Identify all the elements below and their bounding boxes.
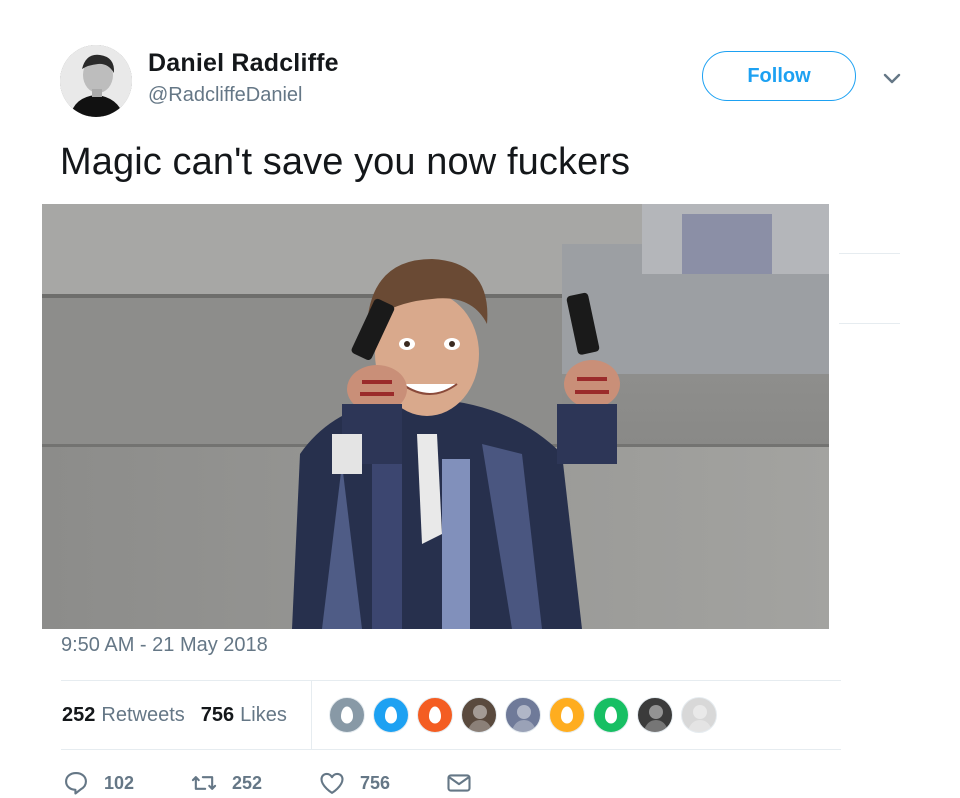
media-photo	[42, 204, 829, 629]
liker-avatar[interactable]	[329, 697, 365, 733]
retweets-count: 252	[62, 703, 96, 726]
divider	[61, 749, 841, 750]
avatar-photo	[60, 45, 132, 117]
liker-avatar[interactable]	[681, 697, 717, 733]
liker-avatars	[329, 696, 725, 734]
envelope-icon	[447, 774, 471, 792]
retweets-stat[interactable]: 252 Retweets	[62, 704, 185, 727]
likes-count: 756	[200, 703, 235, 726]
chevron-down-icon[interactable]	[880, 66, 904, 90]
likes-label: Likes	[240, 703, 287, 726]
reply-count: 102	[104, 772, 135, 793]
reply-icon	[65, 772, 87, 795]
profile-photo	[467, 705, 493, 732]
tweet-actions: 102 252 756	[62, 768, 487, 798]
profile-photo	[643, 705, 669, 732]
retweets-label: Retweets	[101, 703, 185, 726]
tweet-media-image[interactable]	[42, 204, 829, 629]
liker-avatar[interactable]	[593, 697, 629, 733]
heart-icon	[320, 772, 344, 794]
divider	[311, 681, 312, 749]
user-handle[interactable]: @RadcliffeDaniel	[148, 84, 302, 107]
like-count: 756	[360, 772, 391, 793]
direct-message-button[interactable]	[445, 769, 487, 797]
default-egg-icon	[341, 706, 353, 724]
display-name[interactable]: Daniel Radcliffe	[148, 49, 339, 78]
retweet-count: 252	[232, 772, 263, 793]
tweet-stats: 252 Retweets 756 Likes	[62, 681, 303, 749]
liker-avatar[interactable]	[373, 697, 409, 733]
profile-photo	[511, 705, 537, 732]
default-egg-icon	[385, 706, 397, 724]
divider	[839, 253, 900, 254]
default-egg-icon	[429, 706, 441, 724]
follow-button[interactable]: Follow	[702, 51, 856, 101]
liker-avatar[interactable]	[549, 697, 585, 733]
default-egg-icon	[605, 706, 617, 724]
like-button[interactable]: 756	[318, 769, 445, 797]
liker-avatar[interactable]	[461, 697, 497, 733]
liker-avatar[interactable]	[637, 697, 673, 733]
liker-avatar[interactable]	[417, 697, 453, 733]
tweet-timestamp[interactable]: 9:50 AM - 21 May 2018	[61, 634, 268, 657]
divider	[839, 323, 900, 324]
retweet-icon	[191, 776, 217, 790]
profile-photo	[687, 705, 713, 732]
reply-button[interactable]: 102	[62, 769, 190, 797]
liker-avatar[interactable]	[505, 697, 541, 733]
tweet-text: Magic can't save you now fuckers	[60, 141, 631, 183]
likes-stat[interactable]: 756 Likes	[201, 704, 287, 727]
retweet-button[interactable]: 252	[190, 769, 318, 797]
default-egg-icon	[561, 706, 573, 724]
avatar[interactable]	[60, 45, 132, 117]
